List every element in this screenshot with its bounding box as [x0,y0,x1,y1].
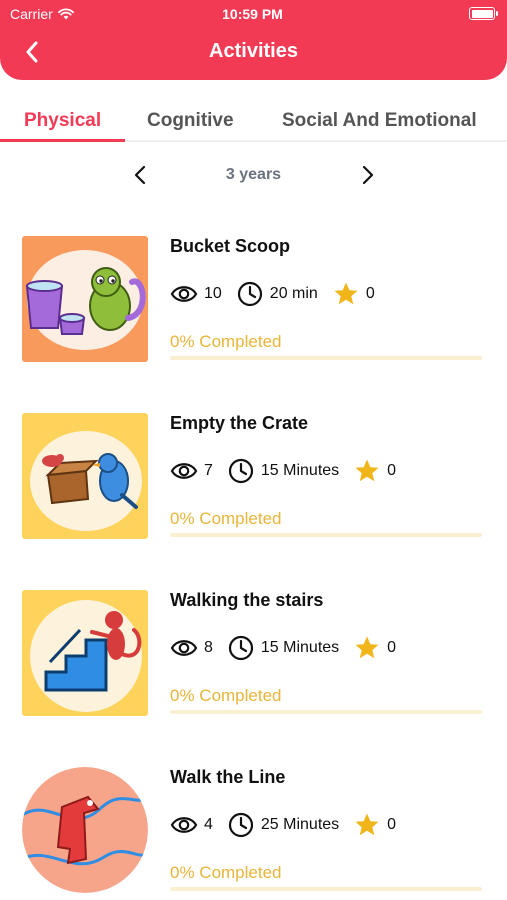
star-icon [355,636,379,659]
activity-card-empty-the-crate[interactable]: Empty the Crate 7 15 Minutes 0 0% Comple… [0,413,507,553]
activity-card-bucket-scoop[interactable]: Bucket Scoop 10 20 min 0 0% Completed [0,236,507,376]
activity-title: Walking the stairs [170,590,324,610]
views-count: 4 [204,816,213,833]
progress-track [170,356,482,360]
activity-meta: 10 20 min 0 [170,280,389,308]
tab-cognitive[interactable]: Cognitive [147,110,234,132]
activity-title: Bucket Scoop [170,236,291,256]
duration: 15 Minutes [260,462,340,479]
activity-meta: 7 15 Minutes 0 [170,457,410,485]
activity-thumbnail [22,767,148,893]
eye-icon [170,640,198,656]
activity-card-walk-the-line[interactable]: Walk the Line 4 25 Minutes 0 0% Complete… [0,767,507,900]
activity-card-walking-the-stairs[interactable]: Walking the stairs 8 15 Minutes 0 0% Com… [0,590,507,730]
activity-meta: 8 15 Minutes 0 [170,634,410,662]
eye-icon [170,286,198,302]
clock-icon [228,812,254,838]
completion-label: 0% Completed [170,863,282,882]
status-time: 10:59 PM [222,6,283,22]
views-count: 10 [204,285,222,302]
stars-count: 0 [387,462,397,479]
tab-physical[interactable]: Physical [24,110,101,132]
clock-icon [237,281,262,307]
views-count: 8 [204,639,213,656]
next-age-button[interactable] [356,162,380,188]
duration: 25 Minutes [260,816,340,833]
progress-track [170,887,482,891]
views-count: 7 [204,462,213,479]
progress-track [170,533,482,537]
clock-icon [228,458,254,484]
active-tab-indicator [0,139,125,142]
age-label: 3 years [225,166,282,183]
eye-icon [170,463,198,479]
activity-thumbnail [22,413,148,539]
completion-label: 0% Completed [170,332,282,351]
activity-title: Empty the Crate [170,413,309,433]
stars-count: 0 [387,816,397,833]
status-bar: Carrier 10:59 PM [10,6,498,24]
star-icon [355,459,379,482]
duration: 15 Minutes [260,639,340,656]
clock-icon [228,635,254,661]
tab-social-and-emotional[interactable]: Social And Emotional [282,110,477,132]
eye-icon [170,817,198,833]
stars-count: 0 [365,285,375,302]
activity-meta: 4 25 Minutes 0 [170,811,410,839]
page-title: Activities [209,40,298,62]
stars-count: 0 [387,639,397,656]
star-icon [355,813,379,836]
activity-thumbnail [22,590,148,716]
duration: 20 min [269,285,318,302]
star-icon [334,282,358,305]
progress-track [170,710,482,714]
battery-icon [469,7,498,20]
activity-title: Walk the Line [170,767,286,787]
completion-label: 0% Completed [170,509,282,528]
age-selector: 3 years [0,160,507,190]
app-header: Carrier 10:59 PM Activities [0,0,507,80]
activity-thumbnail [22,236,148,362]
chevron-right-icon [362,165,374,185]
completion-label: 0% Completed [170,686,282,705]
category-tabs: Physical Cognitive Social And Emotional [0,104,507,142]
